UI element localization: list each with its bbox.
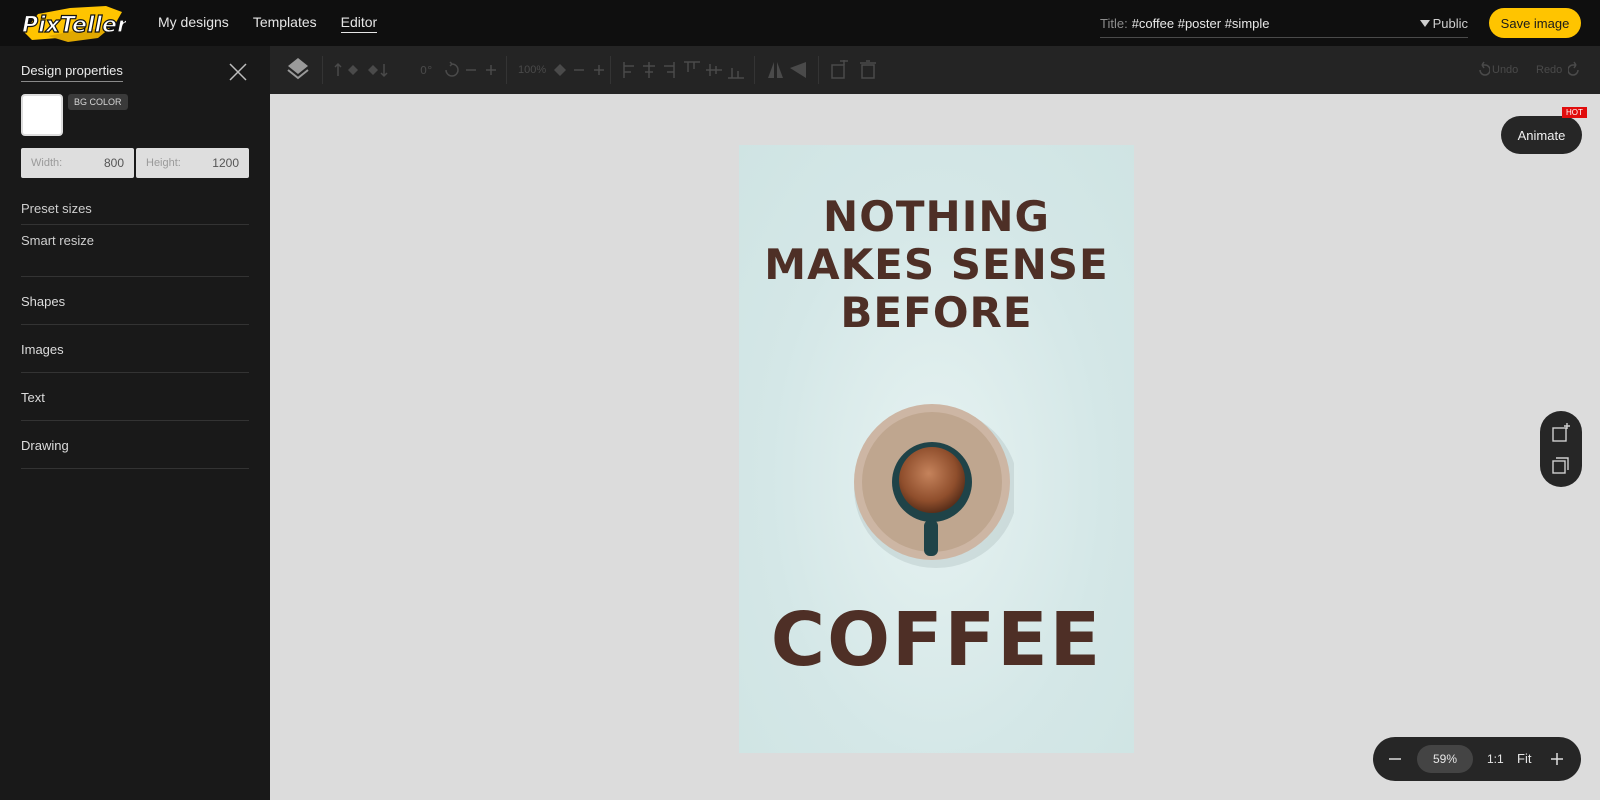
smart-resize-link[interactable]: Smart resize xyxy=(21,233,94,248)
undo-button[interactable]: Undo xyxy=(1492,60,1518,80)
hot-badge: HOT xyxy=(1562,107,1587,118)
bg-color-swatch[interactable] xyxy=(21,94,63,136)
nav-editor[interactable]: Editor xyxy=(340,14,378,33)
save-image-button[interactable]: Save image xyxy=(1489,8,1581,38)
logo-text: PixTeller xyxy=(22,13,126,38)
visibility-dropdown[interactable]: Public xyxy=(1419,16,1468,31)
toolbar: 0° 100% Undo Redo xyxy=(270,46,1600,94)
title-label: Title: xyxy=(1100,16,1128,31)
duplicate-delete-icons[interactable] xyxy=(830,60,880,80)
design-canvas[interactable]: NOTHING MAKES SENSE BEFORE COFFEE xyxy=(739,145,1134,753)
undo-icon[interactable] xyxy=(1476,60,1490,80)
divider xyxy=(21,324,249,325)
section-shapes[interactable]: Shapes xyxy=(21,294,65,309)
nav-templates[interactable]: Templates xyxy=(253,14,317,32)
divider xyxy=(21,420,249,421)
height-field[interactable]: Height: 1200 xyxy=(136,148,249,178)
headline-line: BEFORE xyxy=(840,288,1033,337)
toolbar-divider xyxy=(754,56,755,84)
zoom-one-to-one[interactable]: 1:1 xyxy=(1487,752,1504,766)
dimensions: Width: 800 Height: 1200 xyxy=(21,148,249,178)
redo-icon[interactable] xyxy=(1568,60,1582,80)
align-icons[interactable] xyxy=(622,60,748,80)
pixteller-logo[interactable]: PixTeller xyxy=(18,2,126,44)
toolbar-divider xyxy=(322,56,323,84)
width-label: Width: xyxy=(31,157,63,169)
redo-button[interactable]: Redo xyxy=(1536,60,1562,80)
main-nav: My designs Templates Editor xyxy=(158,0,378,46)
section-drawing[interactable]: Drawing xyxy=(21,438,69,453)
headline-line: MAKES SENSE xyxy=(764,240,1109,289)
height-label: Height: xyxy=(146,157,181,169)
zoom-fit[interactable]: Fit xyxy=(1517,751,1531,766)
opacity-controls[interactable] xyxy=(550,60,610,80)
width-field[interactable]: Width: 800 xyxy=(21,148,134,178)
preset-sizes-link[interactable]: Preset sizes xyxy=(21,201,92,216)
title-input[interactable] xyxy=(1131,16,1332,31)
coffee-cup-image[interactable] xyxy=(844,400,1014,575)
title-field: Title: Public xyxy=(1100,10,1468,38)
poster-coffee-text[interactable]: COFFEE xyxy=(739,597,1134,683)
zoom-bar: 59% 1:1 Fit xyxy=(1373,737,1581,781)
divider xyxy=(21,276,249,277)
duplicate-page-icon[interactable] xyxy=(1551,455,1571,475)
add-page-icon[interactable] xyxy=(1551,423,1571,443)
flip-icons[interactable] xyxy=(766,60,810,80)
design-properties-title: Design properties xyxy=(21,63,123,82)
nav-my-designs[interactable]: My designs xyxy=(158,14,229,32)
top-bar: PixTeller My designs Templates Editor Ti… xyxy=(0,0,1600,46)
visibility-value: Public xyxy=(1432,16,1468,31)
divider xyxy=(21,224,249,225)
zoom-value[interactable]: 59% xyxy=(1417,745,1473,773)
animate-button[interactable]: Animate xyxy=(1501,116,1582,154)
section-text[interactable]: Text xyxy=(21,390,45,405)
side-tools xyxy=(1540,411,1582,487)
send-backward-icon[interactable] xyxy=(366,60,394,80)
poster-headline[interactable]: NOTHING MAKES SENSE BEFORE xyxy=(739,193,1134,337)
close-icon[interactable] xyxy=(228,62,248,82)
divider xyxy=(21,372,249,373)
bg-color-label: BG COLOR xyxy=(68,94,128,110)
toolbar-divider xyxy=(610,56,611,84)
sidebar: Design properties BG COLOR Width: 800 He… xyxy=(0,46,270,800)
section-images[interactable]: Images xyxy=(21,342,64,357)
caret-down-icon xyxy=(1419,20,1430,27)
divider xyxy=(21,468,249,469)
layers-icon[interactable] xyxy=(286,56,310,84)
zoom-in-icon[interactable] xyxy=(1551,753,1563,765)
rotation-controls[interactable]: 0° xyxy=(420,60,510,80)
toolbar-divider xyxy=(818,56,819,84)
zoom-out-icon[interactable] xyxy=(1389,753,1401,765)
opacity-value[interactable]: 100% xyxy=(518,60,546,80)
toolbar-divider xyxy=(506,56,507,84)
height-value: 1200 xyxy=(212,156,239,170)
svg-text:0°: 0° xyxy=(420,64,433,77)
headline-line: NOTHING xyxy=(823,192,1050,241)
width-value: 800 xyxy=(103,156,124,170)
